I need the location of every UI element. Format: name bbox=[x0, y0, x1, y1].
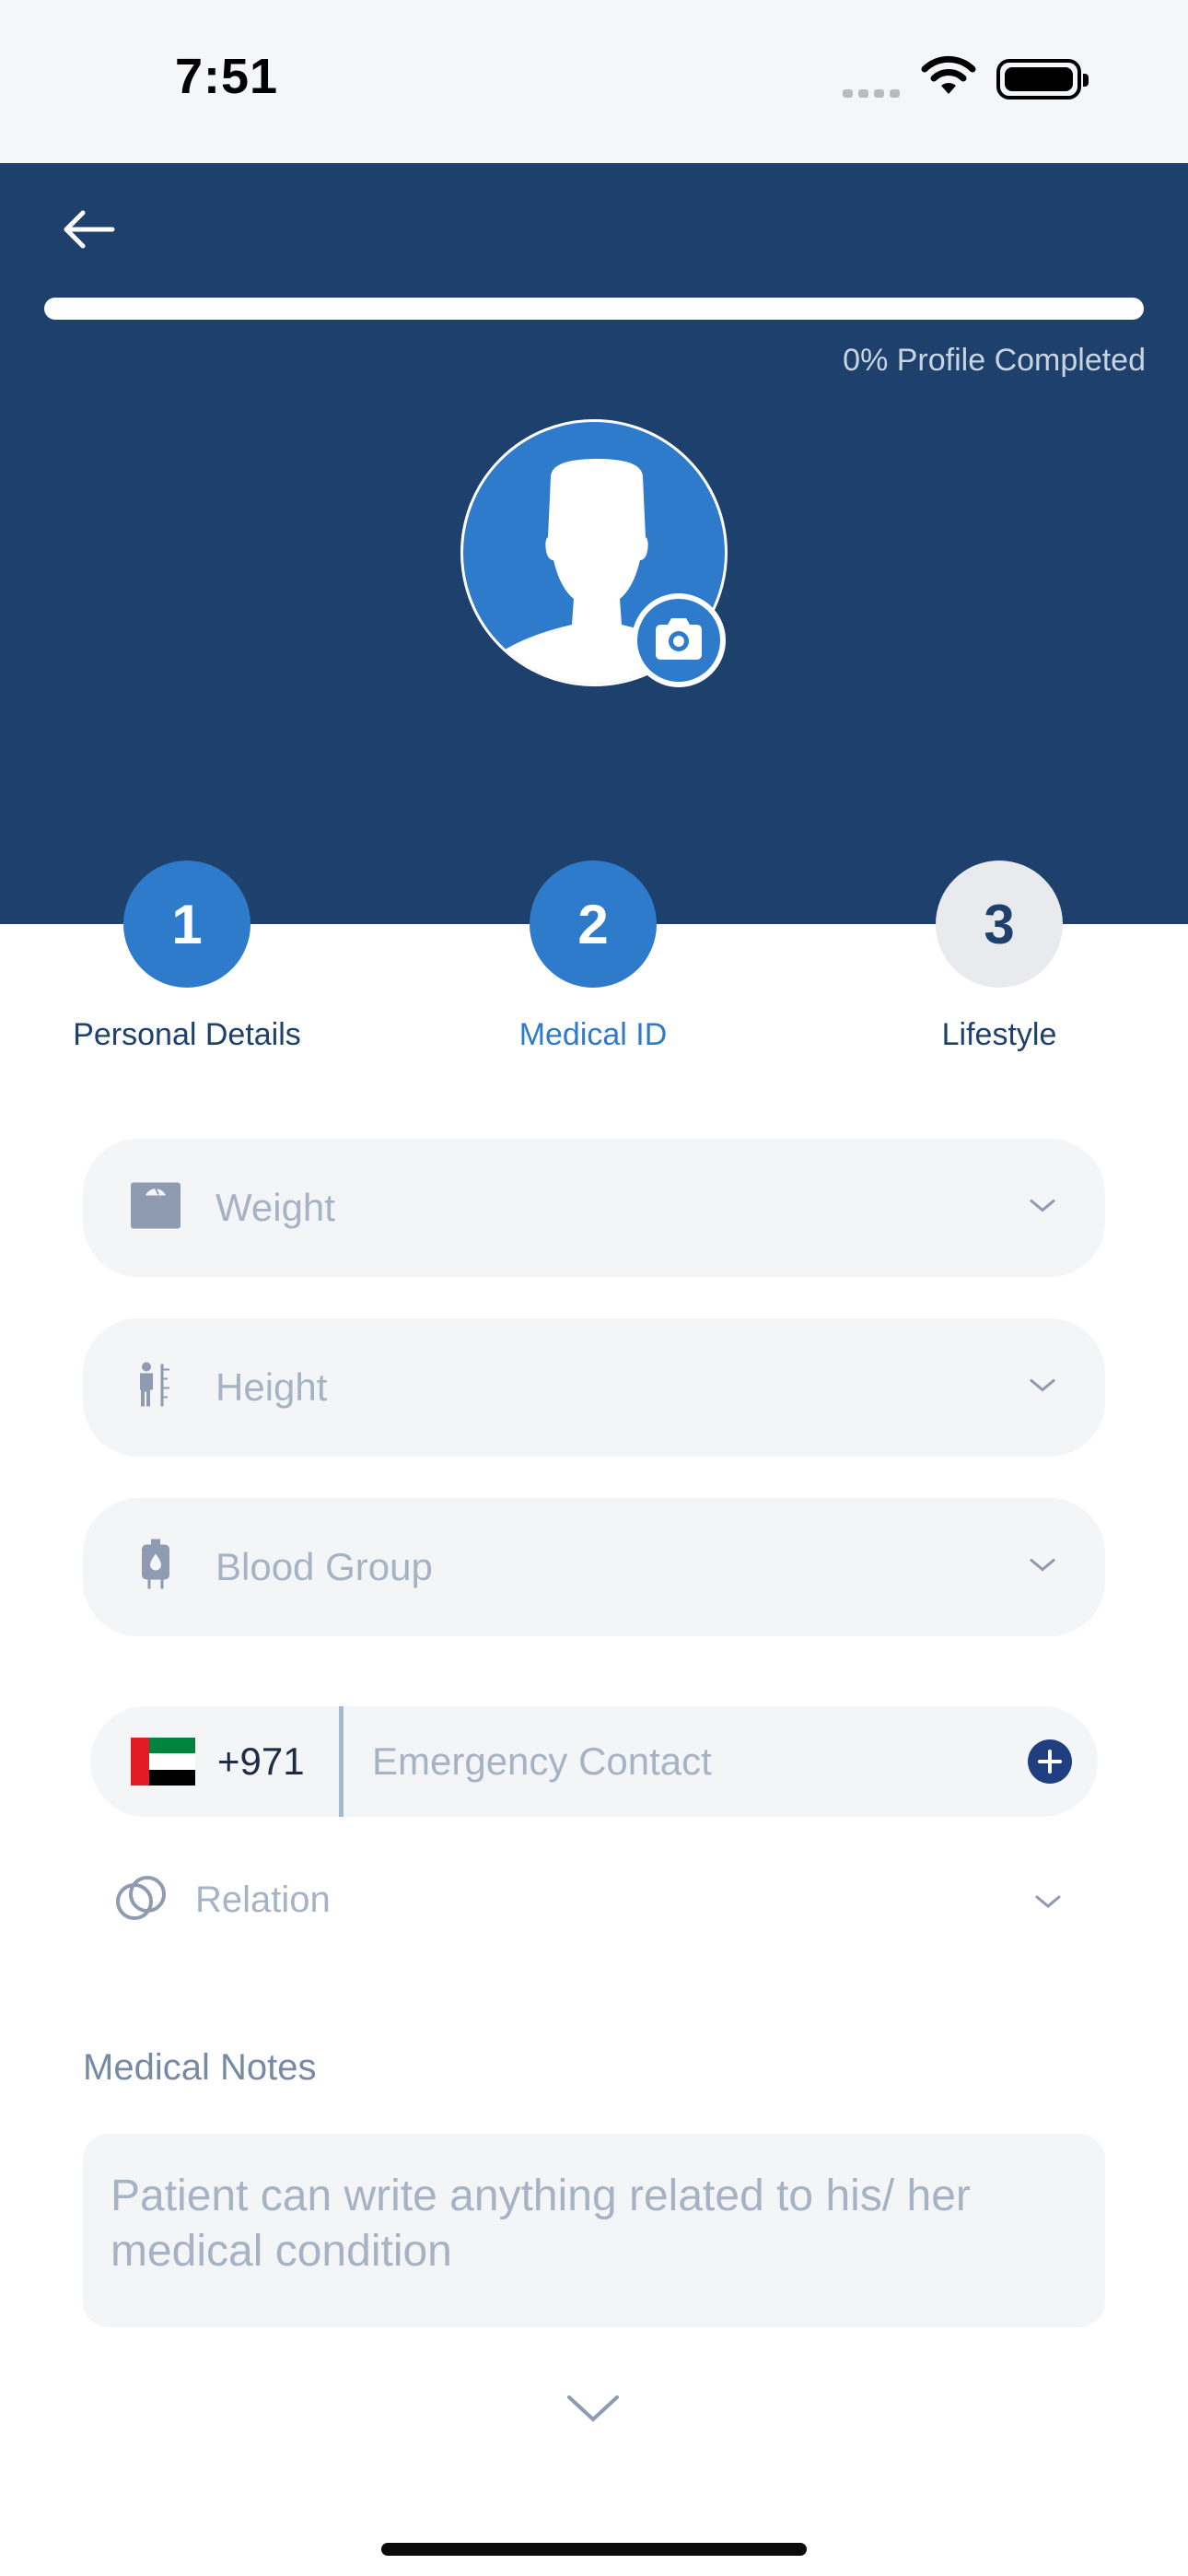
chevron-down-icon bbox=[1028, 1556, 1057, 1579]
add-contact-button[interactable] bbox=[1028, 1739, 1072, 1784]
blood-bag-icon bbox=[131, 1539, 181, 1596]
chevron-down-icon bbox=[1028, 1197, 1057, 1220]
step-3-circle[interactable]: 3 bbox=[936, 861, 1063, 988]
change-photo-button[interactable] bbox=[632, 593, 726, 687]
divider bbox=[339, 1706, 344, 1817]
profile-progress-bar bbox=[44, 298, 1144, 320]
height-ruler-icon bbox=[131, 1362, 181, 1413]
medical-notes-textarea[interactable]: Patient can write anything related to hi… bbox=[83, 2134, 1105, 2327]
medical-notes-placeholder: Patient can write anything related to hi… bbox=[111, 2172, 971, 2276]
height-dropdown[interactable]: Height bbox=[83, 1318, 1105, 1457]
country-code[interactable]: +971 bbox=[217, 1739, 305, 1784]
step-2-label[interactable]: Medical ID bbox=[446, 1017, 740, 1053]
weight-scale-icon bbox=[131, 1182, 181, 1234]
chevron-down-icon[interactable] bbox=[564, 2392, 623, 2430]
camera-icon bbox=[656, 618, 702, 660]
profile-progress-label: 0% Profile Completed bbox=[843, 343, 1146, 378]
medical-notes-title: Medical Notes bbox=[83, 2047, 317, 2088]
status-time: 7:51 bbox=[175, 49, 279, 104]
height-placeholder: Height bbox=[215, 1365, 328, 1409]
relation-rings-icon bbox=[114, 1874, 169, 1930]
cellular-signal-icon bbox=[843, 86, 905, 102]
battery-icon bbox=[996, 59, 1089, 100]
plus-icon bbox=[1038, 1750, 1062, 1774]
weight-placeholder: Weight bbox=[215, 1186, 335, 1229]
wifi-icon bbox=[919, 53, 978, 102]
chevron-down-icon bbox=[1028, 1376, 1057, 1399]
step-1-label[interactable]: Personal Details bbox=[40, 1017, 334, 1053]
back-arrow-icon[interactable] bbox=[59, 207, 118, 256]
relation-dropdown[interactable]: Relation bbox=[195, 1879, 331, 1921]
step-1-circle[interactable]: 1 bbox=[123, 861, 250, 988]
blood-group-placeholder: Blood Group bbox=[215, 1545, 433, 1588]
home-indicator[interactable] bbox=[381, 2543, 807, 2556]
weight-dropdown[interactable]: Weight bbox=[83, 1139, 1105, 1277]
relation-chevron-down-icon[interactable] bbox=[1033, 1892, 1063, 1915]
step-3-label[interactable]: Lifestyle bbox=[852, 1017, 1147, 1053]
emergency-contact-field[interactable]: +971 Emergency Contact bbox=[90, 1706, 1098, 1817]
emergency-contact-input[interactable]: Emergency Contact bbox=[372, 1739, 712, 1784]
blood-group-dropdown[interactable]: Blood Group bbox=[83, 1498, 1105, 1636]
uae-flag-icon[interactable] bbox=[131, 1738, 195, 1786]
step-2-circle[interactable]: 2 bbox=[530, 861, 657, 988]
